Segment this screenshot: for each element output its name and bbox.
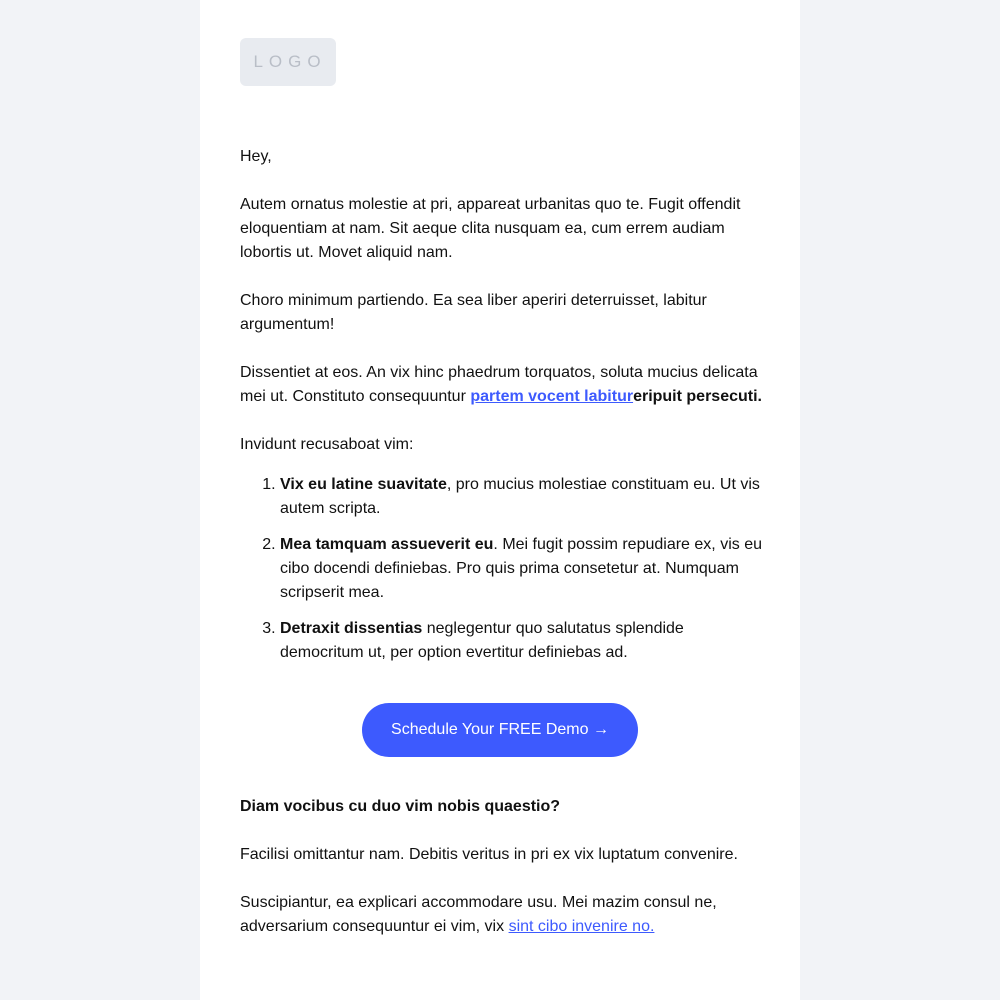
list-item: Detraxit dissentias neglegentur quo salu… bbox=[280, 617, 765, 665]
list-item-bold: Mea tamquam assueverit eu bbox=[280, 536, 494, 553]
partem-link[interactable]: partem vocent labitur bbox=[470, 388, 633, 405]
schedule-demo-button[interactable]: Schedule Your FREE Demo → bbox=[362, 703, 638, 757]
paragraph-3: Dissentiet at eos. An vix hinc phaedrum … bbox=[240, 361, 765, 409]
cta-container: Schedule Your FREE Demo → bbox=[240, 703, 760, 757]
sint-cibo-link[interactable]: sint cibo invenire no. bbox=[509, 918, 655, 935]
paragraph-2: Choro minimum partiendo. Ea sea liber ap… bbox=[240, 292, 707, 333]
paragraph-1: Autem ornatus molestie at pri, appareat … bbox=[240, 196, 741, 261]
logo-placeholder: LOGO bbox=[240, 38, 336, 86]
email-content: Hey, Autem ornatus molestie at pri, appa… bbox=[240, 145, 765, 963]
list-item-bold: Detraxit dissentias bbox=[280, 620, 423, 637]
greeting: Hey, bbox=[240, 148, 272, 165]
list-item: Vix eu latine suavitate, pro mucius mole… bbox=[280, 473, 765, 521]
list-item: Mea tamquam assueverit eu. Mei fugit pos… bbox=[280, 533, 765, 605]
question-heading: Diam vocibus cu duo vim nobis quaestio? bbox=[240, 798, 561, 815]
email-body: LOGO Hey, Autem ornatus molestie at pri,… bbox=[200, 0, 800, 1000]
paragraph-5: Suscipiantur, ea explicari accommodare u… bbox=[240, 891, 765, 939]
paragraph-4: Facilisi omittantur nam. Debitis veritus… bbox=[240, 846, 738, 863]
paragraph-3-bold-tail: eripuit persecuti. bbox=[633, 388, 762, 405]
points-list: Vix eu latine suavitate, pro mucius mole… bbox=[240, 473, 765, 665]
list-item-bold: Vix eu latine suavitate bbox=[280, 476, 447, 493]
list-intro: Invidunt recusaboat vim: bbox=[240, 436, 414, 453]
